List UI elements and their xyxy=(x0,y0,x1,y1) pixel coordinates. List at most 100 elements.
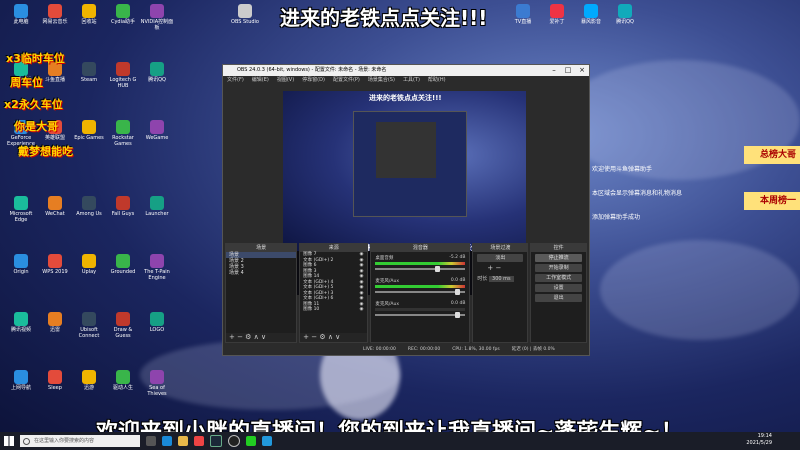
source-item[interactable]: 图像 10 ◉ xyxy=(300,307,367,313)
obs-docks: 场景 场景 场景 2 场景 3 场景 4 + − ⚙ ∧ ∨ 来源 图像 7 ◉ 文… xyxy=(223,243,589,343)
desktop-icon[interactable]: 腾讯QQ xyxy=(140,62,174,83)
side-banner-weekly-top: 本周榜一 xyxy=(744,192,800,210)
clock-time: 19:14 xyxy=(757,433,772,439)
desktop-icon[interactable]: 网易云音乐 xyxy=(38,4,72,25)
desktop-icon[interactable]: Sleep xyxy=(38,370,72,391)
taskbar-search-input[interactable]: 在这里输入你要搜索的内容 xyxy=(20,435,140,447)
minimize-icon[interactable]: – xyxy=(547,65,561,76)
danmaku-notification: 欢迎使用斗鱼弹幕助手 xyxy=(592,166,653,173)
desktop-icon-tv[interactable]: TV直播 xyxy=(506,4,540,25)
chrome-icon[interactable] xyxy=(194,436,204,446)
scenes-dock: 场景 场景 场景 2 场景 3 场景 4 + − ⚙ ∧ ∨ xyxy=(225,243,298,343)
sources-toolbar[interactable]: + − ⚙ ∧ ∨ xyxy=(300,333,368,342)
desktop-icon[interactable]: 上网导航 xyxy=(4,370,38,391)
controls-dock: 控件 停止推流 开始录制 工作室模式 设置 退出 xyxy=(530,243,587,343)
desktop-icon[interactable]: Among Us xyxy=(72,196,106,217)
app-icon xyxy=(82,312,96,326)
desktop-icon[interactable]: LOGO xyxy=(140,312,174,333)
desktop-icon[interactable]: Ubisoft Connect xyxy=(72,312,106,339)
stop-stream-button[interactable]: 停止推流 xyxy=(535,254,582,262)
volume-slider[interactable] xyxy=(375,289,466,295)
scene-item[interactable]: 场景 4 xyxy=(226,270,296,276)
volume-slider[interactable] xyxy=(375,266,466,272)
qq-icon[interactable] xyxy=(262,436,272,446)
desktop-icon[interactable]: Launcher xyxy=(140,196,174,217)
tag-permanent-parking: x2永久车位 xyxy=(4,98,63,111)
desktop-icon-player[interactable]: 暴风影音 xyxy=(574,4,608,25)
app-icon xyxy=(150,370,164,384)
scenes-toolbar[interactable]: + − ⚙ ∧ ∨ xyxy=(226,333,297,342)
app-icon xyxy=(48,4,62,18)
desktop-icon[interactable]: 此电脑 xyxy=(4,4,38,25)
start-recording-button[interactable]: 开始录制 xyxy=(535,264,582,272)
status-live: LIVE: 00:00:00 xyxy=(363,347,396,352)
desktop-icon[interactable]: Draw & Guess xyxy=(106,312,140,339)
menu-view[interactable]: 视图(V) xyxy=(277,76,294,85)
preview-top-banner: 进来的老铁点点关注!!! xyxy=(369,94,442,102)
exit-button[interactable]: 退出 xyxy=(535,294,582,302)
taskbar: 在这里输入你要搜索的内容 19:14 2021/5/29 xyxy=(0,432,800,450)
app-icon xyxy=(82,254,96,268)
desktop-icon[interactable]: The T-Pain Engine xyxy=(140,254,174,281)
obs-window[interactable]: OBS 24.0.3 (64-bit, windows) - 配置文件: 未命名… xyxy=(222,64,590,356)
menu-file[interactable]: 文件(F) xyxy=(227,76,244,85)
desktop-icon-obs[interactable]: OBS Studio xyxy=(228,4,262,25)
taskbar-clock[interactable]: 19:14 2021/5/29 xyxy=(746,433,772,447)
desktop-icon-qq[interactable]: 腾讯QQ xyxy=(608,4,642,25)
desktop-icon[interactable]: Sea of Thieves xyxy=(140,370,174,397)
desktop-icon[interactable]: 迅游 xyxy=(72,370,106,391)
desktop-icon[interactable]: Rockstar Games xyxy=(106,120,140,147)
desktop-icon-patch[interactable]: 爱补丁 xyxy=(540,4,574,25)
close-icon[interactable]: × xyxy=(575,65,589,76)
menu-edit[interactable]: 编辑(E) xyxy=(252,76,269,85)
desktop-icon[interactable]: 回收站 xyxy=(72,4,106,25)
windows-start-icon[interactable] xyxy=(4,436,14,446)
menu-scene-collection[interactable]: 场景集合(S) xyxy=(368,76,395,85)
desktop-icon[interactable]: WPS 2019 xyxy=(38,254,72,275)
desktop-icon[interactable]: 迅雷 xyxy=(38,312,72,333)
app-icon xyxy=(150,120,164,134)
desktop-icon[interactable]: Fall Guys xyxy=(106,196,140,217)
desktop-icon[interactable]: WeChat xyxy=(38,196,72,217)
menu-help[interactable]: 帮助(H) xyxy=(428,76,446,85)
desktop-icon[interactable]: 腾讯视频 xyxy=(4,312,38,333)
desktop-icon[interactable]: WeGame xyxy=(140,120,174,141)
app-icon xyxy=(14,196,28,210)
menu-tools[interactable]: 工具(T) xyxy=(403,76,420,85)
volume-slider[interactable] xyxy=(375,312,466,318)
desktop-icon[interactable]: Grounded xyxy=(106,254,140,275)
desktop-icon[interactable]: Microsoft Edge xyxy=(4,196,38,223)
desktop-icon[interactable]: NVIDIA控制面板 xyxy=(140,4,174,31)
eye-icon[interactable]: ◉ xyxy=(359,307,363,313)
obs-title-bar[interactable]: OBS 24.0.3 (64-bit, windows) - 配置文件: 未命名… xyxy=(223,65,589,76)
app-icon xyxy=(116,196,130,210)
app-icon xyxy=(14,370,28,384)
duration-input[interactable]: 300 ms xyxy=(489,276,514,282)
wechat-icon[interactable] xyxy=(246,436,256,446)
desktop-icon[interactable]: Uplay xyxy=(72,254,106,275)
transition-select[interactable]: 淡出 xyxy=(477,254,524,262)
desktop-icon[interactable]: Origin xyxy=(4,254,38,275)
edge-icon[interactable] xyxy=(162,436,172,446)
menu-profile[interactable]: 配置文件(P) xyxy=(333,76,360,85)
task-view-icon[interactable] xyxy=(146,436,156,446)
obs-taskbar-icon[interactable] xyxy=(228,435,240,447)
danmaku-notification: 添加弹幕助手成功 xyxy=(592,214,641,221)
menu-docks[interactable]: 停靠窗(D) xyxy=(302,76,325,85)
explorer-icon[interactable] xyxy=(178,436,188,446)
desktop-icon[interactable]: Epic Games xyxy=(72,120,106,141)
studio-mode-button[interactable]: 工作室模式 xyxy=(535,274,582,282)
mixer-header: 混音器 xyxy=(371,244,470,252)
desktop-icon[interactable]: Steam xyxy=(72,62,106,83)
desktop-icon[interactable]: Logitech G HUB xyxy=(106,62,140,89)
channel-name: 桌面音频 xyxy=(375,256,394,261)
maximize-icon[interactable]: □ xyxy=(561,65,575,76)
top-overlay-banner: 进来的老铁点点关注!!! xyxy=(280,6,488,30)
steam-icon[interactable] xyxy=(210,435,222,447)
settings-button[interactable]: 设置 xyxy=(535,284,582,292)
desktop-icon[interactable]: Cydia助手 xyxy=(106,4,140,25)
nested-preview xyxy=(353,111,467,217)
transition-add-remove[interactable]: + − xyxy=(473,264,527,272)
app-icon xyxy=(48,196,62,210)
desktop-icon[interactable]: 驱动人生 xyxy=(106,370,140,391)
